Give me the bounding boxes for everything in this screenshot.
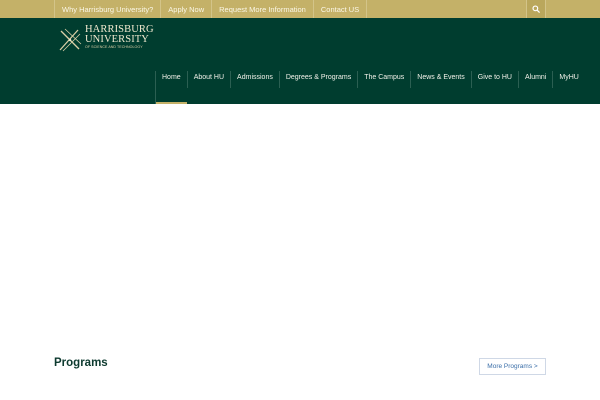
nav-item-news-events[interactable]: News & Events	[410, 71, 470, 88]
programs-heading: Programs	[54, 357, 108, 369]
nav-item-alumni[interactable]: Alumni	[517, 71, 552, 88]
site-header: HARRISBURG UNIVERSITY OF SCIENCE AND TEC…	[0, 18, 600, 104]
nav-item-label: Admissions	[237, 74, 273, 81]
nav-item-label: News & Events	[417, 74, 465, 81]
nav-item-label: MyHU	[559, 74, 579, 81]
top-link-request-info[interactable]: Request More Information	[211, 0, 313, 18]
nav-item-label: Home	[162, 74, 181, 81]
nav-item-label: Degrees & Programs	[285, 74, 352, 81]
top-link-contact-us[interactable]: Contact US	[312, 0, 368, 18]
nav-item-admissions[interactable]: Admissions	[230, 71, 279, 88]
hero-area	[0, 104, 600, 349]
more-programs-button[interactable]: More Programs >	[479, 358, 546, 375]
logo-tagline: OF SCIENCE AND TECHNOLOGY	[85, 45, 143, 49]
search-button[interactable]	[526, 0, 546, 18]
nav-item-label: About HU	[193, 74, 225, 81]
nav-item-label: The Campus	[364, 74, 405, 81]
main-navigation: Home About HU Admissions Degrees & Progr…	[155, 71, 585, 104]
logo-mark-icon	[59, 28, 82, 52]
top-link-why-harrisburg[interactable]: Why Harrisburg University?	[54, 0, 160, 18]
university-logo[interactable]: HARRISBURG UNIVERSITY OF SCIENCE AND TEC…	[58, 24, 158, 55]
nav-item-label: Alumni	[524, 74, 547, 81]
top-utility-links: Why Harrisburg University? Apply Now Req…	[54, 0, 546, 18]
nav-item-home[interactable]: Home	[155, 71, 187, 104]
nav-item-myhu[interactable]: MyHU	[552, 71, 584, 88]
nav-item-about-hu[interactable]: About HU	[186, 71, 230, 88]
nav-item-label: Give to HU	[477, 74, 512, 81]
nav-item-give-to-hu[interactable]: Give to HU	[470, 71, 518, 88]
top-utility-bar: Why Harrisburg University? Apply Now Req…	[0, 0, 600, 18]
logo-wordmark: HARRISBURG UNIVERSITY OF SCIENCE AND TEC…	[85, 24, 154, 50]
top-link-apply-now[interactable]: Apply Now	[160, 0, 211, 18]
search-icon	[532, 5, 540, 13]
nav-item-degrees-programs[interactable]: Degrees & Programs	[278, 71, 357, 88]
logo-line-university: UNIVERSITY	[85, 34, 149, 45]
nav-item-the-campus[interactable]: The Campus	[357, 71, 410, 88]
